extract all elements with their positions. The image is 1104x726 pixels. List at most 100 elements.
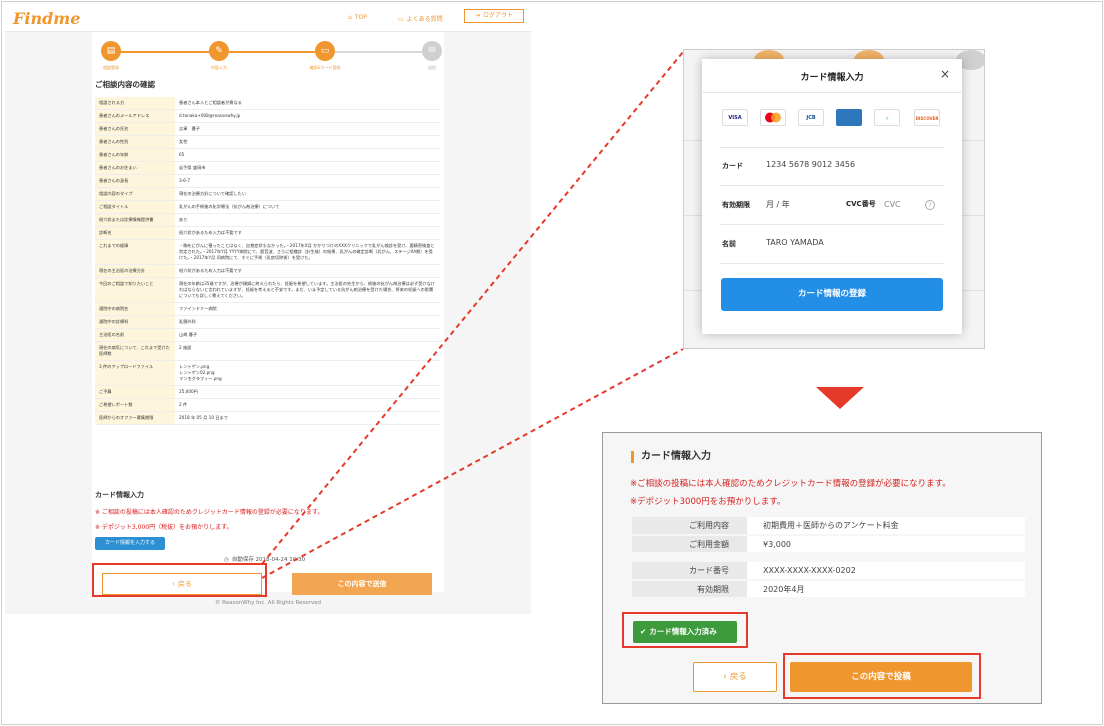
table-row: ご利用内容 初期費用＋医師からのアンケート料金 <box>632 517 1025 536</box>
result-back-button[interactable]: ‹ 戻る <box>693 662 777 692</box>
table-row: 患者さんの年齢 65 <box>95 148 441 162</box>
cvc-label: CVC番号 <box>846 200 876 208</box>
row-label: 患者さんのメールアドレス <box>95 109 175 123</box>
table-row: 今回のご相談で知りたいこと 現在の年齢は35歳ですが、治療が順調に終えられたら、妊… <box>95 277 441 303</box>
card-note-2: ※ デポジット3,000円（税抜）をお預かりします。 <box>95 524 233 531</box>
card-info-table: カード番号 XXXX-XXXX-XXXX-0202 有効期限 2020年4月 <box>632 562 1025 599</box>
mastercard-icon <box>760 109 786 126</box>
table-row: 患者さんの性別 女性 <box>95 135 441 149</box>
cvc-input[interactable]: CVC <box>884 200 901 209</box>
diners-club-icon: ◎ <box>874 109 900 126</box>
table-row: ご希望レポート数 2 件 <box>95 398 441 412</box>
card-entry-modal: カード情報入力 × VISA JCB ◎ DISCOVER カード 1234 5… <box>702 59 962 334</box>
close-icon[interactable]: × <box>940 67 950 81</box>
nav-faq-link[interactable]: ▭ よくある質問 <box>398 14 443 23</box>
card-entered-highlight <box>622 612 748 648</box>
row-value: ・胸をにがんに罹ったことはなく、自覚症状もなかった。・2017年X月 かかりつけ… <box>175 239 441 265</box>
card-brands: VISA JCB ◎ DISCOVER <box>720 109 946 129</box>
row-label: 通院中の診療科 <box>95 315 175 329</box>
table-row: 現在の主治医の治療方針 紹介状があるため入力は不要です <box>95 264 441 278</box>
table-row: ご予算 25,000円 <box>95 385 441 399</box>
table-row: 患者さんのメールアドレス d.tanaka+008@reasonwhy.jp <box>95 109 441 123</box>
copyright: © ReasonWhy Inc. All Rights Reserved <box>214 600 322 606</box>
table-row: 医師からのオファー募集期限 2018 年 05 月 10 日まで <box>95 411 441 425</box>
register-card-button[interactable]: カード情報の登録 <box>721 278 943 311</box>
table-row: これまでの経緯 ・胸をにがんに罹ったことはなく、自覚症状もなかった。・2017年X… <box>95 239 441 265</box>
table-row: 通院中の診療科 乳腺外科 <box>95 315 441 329</box>
table-row: 診断名 紹介状があるため入力は不要です <box>95 226 441 240</box>
discover-icon: DISCOVER <box>914 109 940 126</box>
chevron-left-icon: ‹ <box>723 672 727 682</box>
row-value: 乳がんの手術後の化学療法（抗がん剤治療）について <box>175 200 441 214</box>
expiry-label: 有効期限 <box>722 201 750 209</box>
name-label: 名前 <box>722 240 736 248</box>
row-value: レントゲン.png レントゲン02.png マンモグラフィー.png <box>175 360 441 386</box>
table-row: 患者さんのお住まい 岩手県 盛岡市 <box>95 161 441 175</box>
submit-button-highlight <box>783 653 981 699</box>
row-value: 女性 <box>175 135 441 149</box>
jcb-icon: JCB <box>798 109 824 126</box>
table-row: 通院中の病院名 ファインドミー病院 <box>95 302 441 316</box>
table-row: 3 件のアップロードファイル レントゲン.png レントゲン02.png マンモグ… <box>95 360 441 386</box>
row-value: 2 件 <box>175 398 441 412</box>
row-value: 乳腺外科 <box>175 315 441 329</box>
row-label: 今回のご相談で知りたいこと <box>95 277 175 303</box>
back-button-highlight <box>92 563 267 597</box>
table-row: ご利用金額 ¥3,000 <box>632 535 1025 554</box>
help-icon[interactable]: ? <box>925 200 935 210</box>
nav-top-link[interactable]: ⌂ TOP <box>348 14 367 21</box>
row-value: 3-6-7 <box>175 174 441 188</box>
row-value: 25,000円 <box>175 385 441 399</box>
row-label: 患者さんのお住まい <box>95 161 175 175</box>
row-value: 紹介状があるため入力は不要です <box>175 264 441 278</box>
findme-logo[interactable]: Findme <box>13 9 80 28</box>
table-row: 紹介状または診療情報提供書 あり <box>95 213 441 227</box>
row-value: 65 <box>175 148 441 162</box>
step-2-label: 内容入力 <box>211 65 227 70</box>
card-number-input[interactable]: 1234 5678 9012 3456 <box>766 160 855 169</box>
table-row: 現在の病気について、これまで受けた医師数 2 施設 <box>95 341 441 361</box>
step-1-label: 相談登録 <box>103 65 119 70</box>
table-row: 主治医の名前 山﨑 暮子 <box>95 328 441 342</box>
row-label: 診断名 <box>95 226 175 240</box>
row-label: 患者さんの年齢 <box>95 148 175 162</box>
row-value: ファインドミー病院 <box>175 302 441 316</box>
step-1-icon: ▤ <box>101 41 121 61</box>
row-value: 現在の年齢は35歳ですが、治療が順調に終えられたら、妊娠を希望しています。主治医… <box>175 277 441 303</box>
row-label: 現在の主治医の治療方針 <box>95 264 175 278</box>
result-title: カード情報入力 <box>631 451 711 463</box>
row-value: d.tanaka+008@reasonwhy.jp <box>175 109 441 123</box>
row-label: これまでの経緯 <box>95 239 175 265</box>
table-row: 有効期限 2020年4月 <box>632 580 1025 599</box>
row-label: 3 件のアップロードファイル <box>95 360 175 386</box>
name-input[interactable]: TARO YAMADA <box>766 238 824 247</box>
row-label: 紹介状または診療情報提供書 <box>95 213 175 227</box>
step-4-label: 送信 <box>428 65 436 70</box>
submit-button[interactable]: この内容で送信 <box>292 573 432 595</box>
home-icon: ⌂ <box>348 14 352 21</box>
amex-icon <box>836 109 862 126</box>
expiry-input[interactable]: 月 / 年 <box>766 199 790 210</box>
expiry-row: 有効期限 月 / 年 CVC番号 CVC ? <box>720 187 944 225</box>
table-row: カード番号 XXXX-XXXX-XXXX-0202 <box>632 562 1025 581</box>
row-value: 2018 年 05 月 10 日まで <box>175 411 441 425</box>
table-row: 相談される方 患者さん本人とご相談者が異なる <box>95 97 441 110</box>
table-row: 患者さんの氏名 吉軍 暮子 <box>95 122 441 136</box>
step-3-label: 確認&カード登録 <box>309 65 341 70</box>
row-label: 主治医の名前 <box>95 328 175 342</box>
usage-table: ご利用内容 初期費用＋医師からのアンケート料金 ご利用金額 ¥3,000 <box>632 517 1025 554</box>
row-label: 患者さんの氏名 <box>95 122 175 136</box>
card-input-button[interactable]: カード情報を入力する <box>95 537 165 550</box>
table-row: ご相談タイトル 乳がんの手術後の化学療法（抗がん剤治療）について <box>95 200 441 214</box>
logout-icon: ⇥ <box>474 12 480 19</box>
card-note-1: ※ ご相談の投稿には本人確認のためクレジットカード情報の登録が必要になります。 <box>95 509 324 516</box>
visa-icon: VISA <box>722 109 748 126</box>
confirmation-page-screenshot: Findme ⌂ TOP ▭ よくある質問 ⇥ ログアウト ▤ ✎ ▭ ✉ 相談登録 … <box>5 5 531 614</box>
down-arrow-icon <box>816 387 864 409</box>
row-value: 吉軍 暮子 <box>175 122 441 136</box>
step-2-icon: ✎ <box>209 41 229 61</box>
row-value: あり <box>175 213 441 227</box>
confirmation-content: ▤ ✎ ▭ ✉ 相談登録 内容入力 確認&カード登録 送信 ご相談内容の確認 相… <box>92 32 444 595</box>
row-label: ご相談タイトル <box>95 200 175 214</box>
logout-button[interactable]: ⇥ ログアウト <box>464 9 524 23</box>
